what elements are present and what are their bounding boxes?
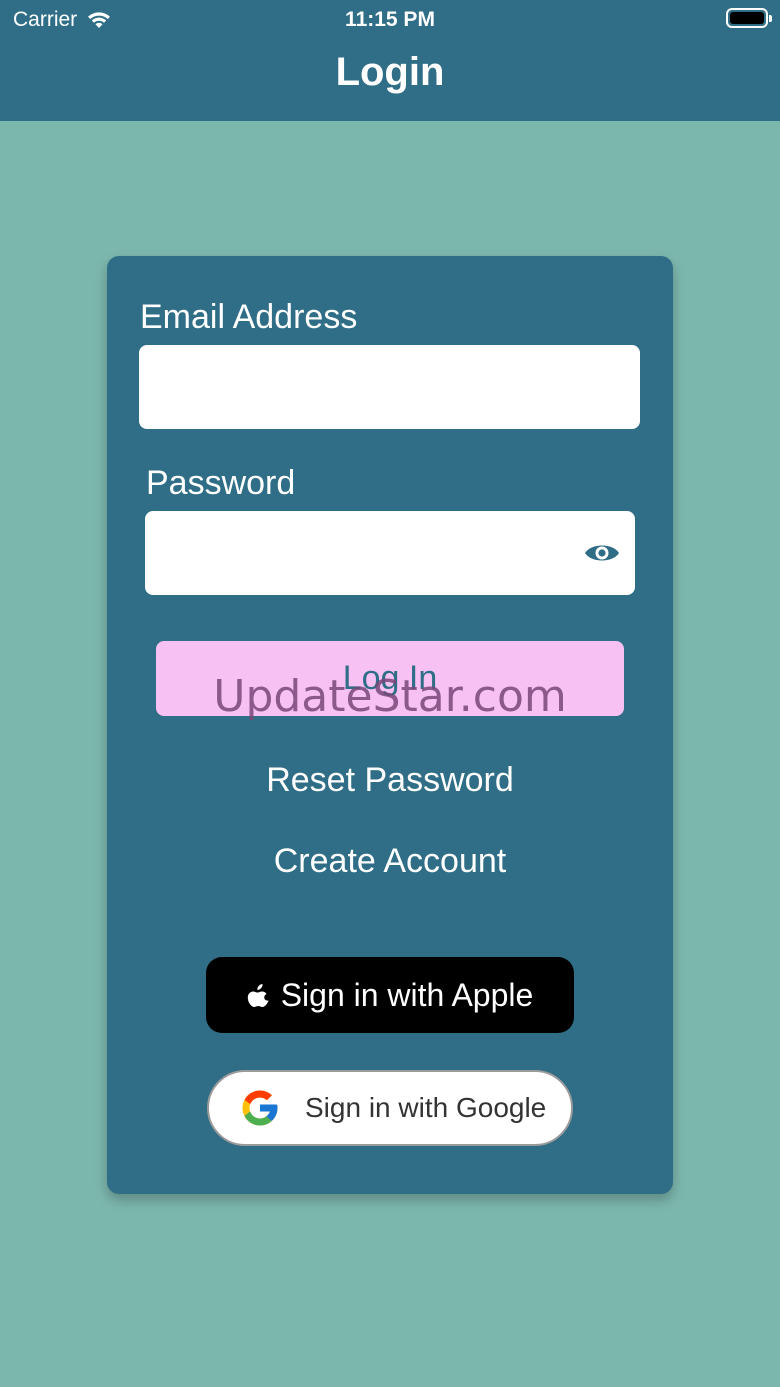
create-account-link[interactable]: Create Account xyxy=(107,842,673,881)
google-icon xyxy=(242,1090,278,1126)
password-label: Password xyxy=(146,464,296,502)
sign-in-with-apple-button[interactable]: Sign in with Apple xyxy=(206,957,574,1033)
status-bar: Carrier 11:15 PM xyxy=(0,0,780,40)
password-input[interactable] xyxy=(145,511,635,595)
status-time: 11:15 PM xyxy=(345,8,435,31)
reset-password-link[interactable]: Reset Password xyxy=(107,761,673,800)
login-button[interactable]: Log In xyxy=(156,641,624,716)
login-card: Email Address Password Log In Reset Pass… xyxy=(107,256,673,1194)
eye-icon[interactable] xyxy=(583,538,621,568)
email-input[interactable] xyxy=(139,345,640,429)
battery-icon xyxy=(726,8,772,28)
google-button-label: Sign in with Google xyxy=(305,1092,547,1123)
email-field[interactable] xyxy=(139,345,640,429)
apple-button-label: Sign in with Apple xyxy=(280,976,534,1013)
page-title: Login xyxy=(335,50,445,94)
email-label: Email Address xyxy=(140,298,358,336)
password-field[interactable] xyxy=(145,511,635,595)
sign-in-with-google-button[interactable]: Sign in with Google xyxy=(207,1070,573,1146)
nav-bar: Carrier 11:15 PM Login xyxy=(0,0,780,121)
apple-icon xyxy=(247,984,269,1007)
